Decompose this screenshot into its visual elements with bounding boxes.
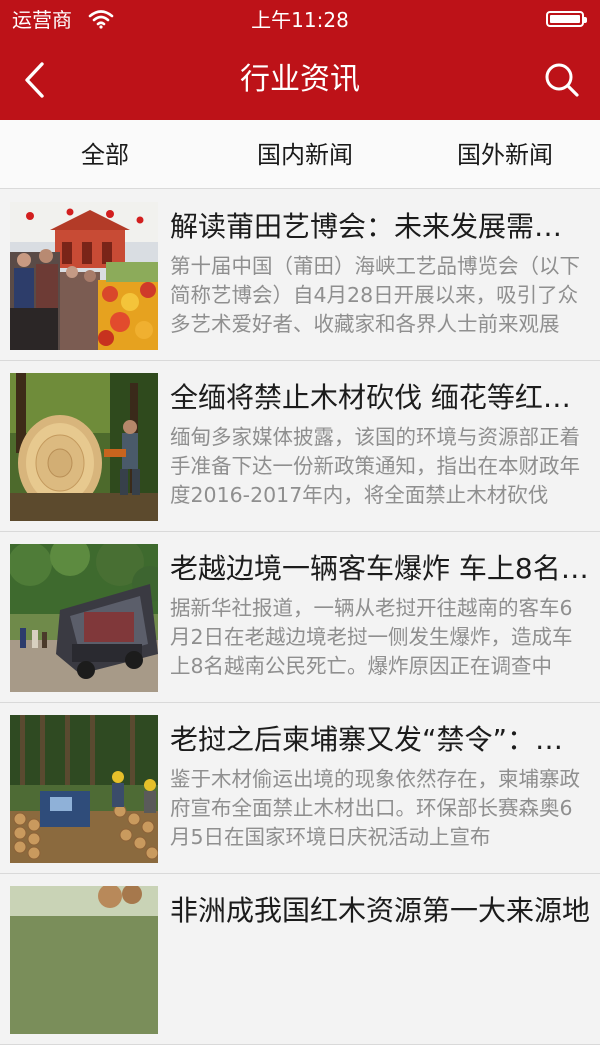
news-summary: 缅甸多家媒体披露，该国的环境与资源部正着手准备下达一份新政策通知，指出在本财政年…	[170, 425, 580, 507]
news-summary: 据新华社报道，一辆从老挝开往越南的客车6月2日在老越边境老挝一侧发生爆炸，造成车…	[170, 596, 573, 678]
news-list: 解读莆田艺博会：未来发展需要以人为本 第十届中国（莆田）海峡工艺品博览会（以下简…	[0, 190, 600, 1045]
tab-all[interactable]: 全部	[5, 120, 205, 188]
header-bar: 运营商 上午11:28 行业资讯	[0, 0, 600, 120]
news-item[interactable]: 解读莆田艺博会：未来发展需要以人为本 第十届中国（莆田）海峡工艺品博览会（以下简…	[0, 190, 600, 361]
tab-international-news[interactable]: 国外新闻	[405, 120, 600, 188]
news-item[interactable]: 老越边境一辆客车爆炸 车上8名越南公民死亡 据新华社报道，一辆从老挝开往越南的客…	[0, 532, 600, 703]
news-title: 解读莆田艺博会：未来发展需要以人为本	[170, 210, 590, 243]
news-summary: 鉴于木材偷运出境的现象依然存在，柬埔寨政府宣布全面禁止木材出口。环保部长赛森奥6…	[170, 767, 580, 849]
search-icon[interactable]	[542, 58, 582, 102]
news-item[interactable]: 全缅将禁止木材砍伐 缅花等红木将更加稀缺 缅甸多家媒体披露，该国的环境与资源部正…	[0, 361, 600, 532]
category-tabs: 全部 国内新闻 国外新闻	[0, 120, 600, 189]
news-thumbnail	[10, 715, 158, 863]
news-title: 老挝之后柬埔寨又发“禁令”：全面禁止木材出口	[170, 723, 590, 756]
news-thumbnail	[10, 202, 158, 350]
navigation-bar: 行业资讯	[0, 40, 600, 120]
status-time: 上午11:28	[251, 8, 349, 32]
news-title: 非洲成我国红木资源第一大来源地	[170, 894, 590, 927]
page-title: 行业资讯	[240, 62, 360, 97]
status-bar: 运营商 上午11:28	[0, 0, 600, 40]
news-thumbnail	[10, 373, 158, 521]
news-summary: 第十届中国（莆田）海峡工艺品博览会（以下简称艺博会）自4月28日开展以来，吸引了…	[170, 254, 580, 336]
news-thumbnail	[10, 544, 158, 692]
news-title: 全缅将禁止木材砍伐 缅花等红木将更加稀缺	[170, 381, 590, 414]
news-item[interactable]: 老挝之后柬埔寨又发“禁令”：全面禁止木材出口 鉴于木材偷运出境的现象依然存在，柬…	[0, 703, 600, 874]
news-thumbnail	[10, 886, 158, 1034]
tab-domestic-news[interactable]: 国内新闻	[205, 120, 405, 188]
news-title: 老越边境一辆客车爆炸 车上8名越南公民死亡	[170, 552, 590, 585]
battery-icon	[546, 11, 587, 27]
